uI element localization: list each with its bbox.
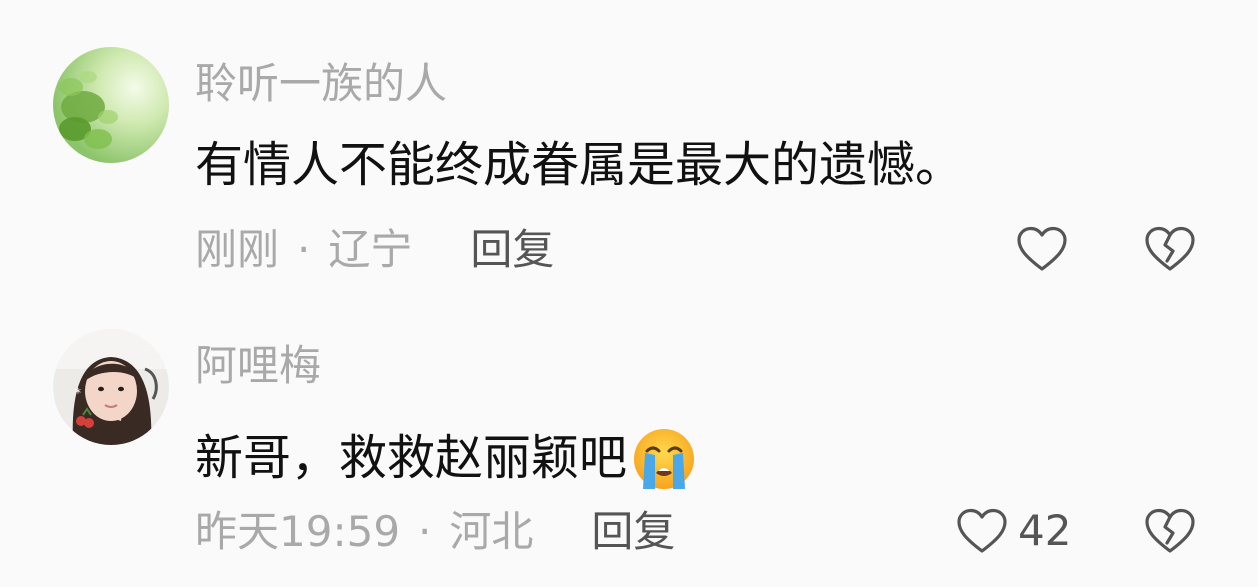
meta-separator: ·	[418, 507, 432, 556]
comment-location: 河北	[449, 507, 534, 556]
user-avatar[interactable]	[53, 47, 169, 163]
comment-text-content: 有情人不能终成眷属是最大的遗憾。	[195, 137, 964, 193]
svg-text:*: *	[75, 386, 81, 400]
comment-meta: 刚刚 · 辽宁 回复	[195, 229, 554, 271]
comment-text: 新哥，救救赵丽颖吧	[195, 423, 699, 493]
broken-heart-icon	[1145, 226, 1195, 271]
comment-item: * 阿哩梅 新哥，救救赵丽颖吧 昨天19:59 · 河北 回复 42	[0, 282, 1258, 562]
dislike-button[interactable]	[1144, 507, 1196, 559]
comment-time: 刚刚	[195, 225, 280, 274]
green-leaves-avatar-icon	[53, 47, 169, 163]
girl-photo-avatar-icon: *	[53, 329, 169, 445]
username[interactable]: 聆听一族的人	[195, 63, 447, 105]
like-button[interactable]	[1016, 225, 1078, 273]
comment-meta: 昨天19:59 · 河北 回复	[195, 511, 675, 553]
heart-outline-icon	[1017, 226, 1067, 271]
comment-time: 昨天19:59	[195, 507, 401, 556]
comment-location: 辽宁	[328, 225, 413, 274]
reply-button[interactable]: 回复	[591, 511, 675, 553]
reply-button[interactable]: 回复	[470, 229, 554, 271]
meta-separator: ·	[297, 225, 311, 274]
heart-outline-icon	[957, 508, 1007, 553]
like-button[interactable]: 42	[956, 507, 1071, 555]
comment-item: 聆听一族的人 有情人不能终成眷属是最大的遗憾。 刚刚 · 辽宁 回复	[0, 0, 1258, 280]
user-avatar[interactable]: *	[53, 329, 169, 445]
loudly-crying-face-icon	[629, 423, 699, 493]
comment-text: 有情人不能终成眷属是最大的遗憾。	[195, 141, 963, 189]
broken-heart-icon	[1145, 508, 1195, 553]
comment-text-content: 新哥，救救赵丽颖吧	[195, 430, 628, 486]
like-count: 42	[1018, 506, 1072, 555]
dislike-button[interactable]	[1144, 225, 1196, 277]
username[interactable]: 阿哩梅	[195, 345, 321, 387]
